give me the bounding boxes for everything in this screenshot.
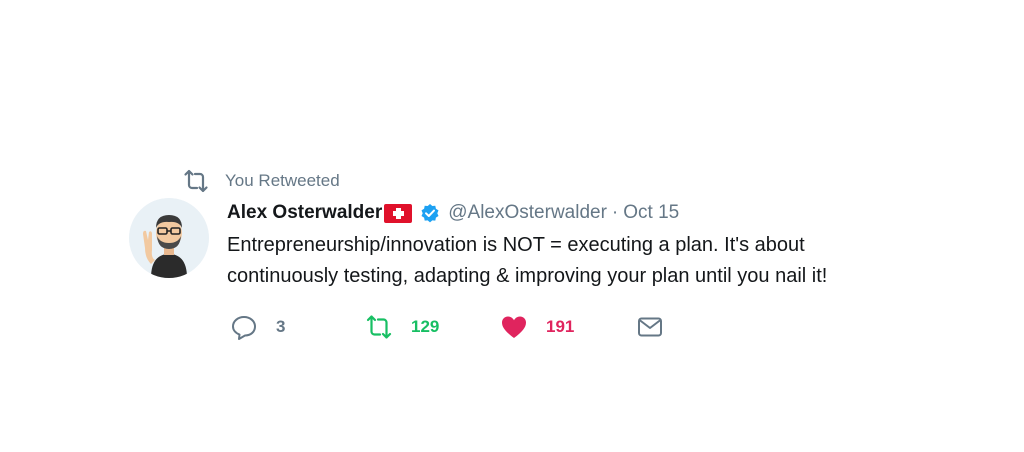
author-name[interactable]: Alex Osterwalder [227,202,382,224]
page: You Retweeted Alex Osterwalder @AlexOste… [0,0,1024,452]
tweet-text-line: Entrepreneurship/innovation is NOT = exe… [227,234,805,256]
tweet-actions: 3 129 191 [230,313,690,341]
swiss-flag-icon [384,203,413,223]
retweet-context-label: You Retweeted [225,171,340,190]
author-handle[interactable]: @AlexOsterwalder [448,202,607,224]
heart-icon [500,313,528,341]
tweet[interactable]: You Retweeted Alex Osterwalder @AlexOste… [0,0,1024,452]
direct-message-button[interactable] [636,313,664,341]
retweet-context: You Retweeted [183,168,340,194]
avatar[interactable] [129,198,209,278]
tweet-text: Entrepreneurship/innovation is NOT = exe… [227,230,987,292]
separator-dot: · [611,202,619,223]
reply-icon [230,313,258,341]
like-count: 191 [546,317,575,336]
like-button[interactable]: 191 [500,313,574,341]
verified-badge-icon [420,203,440,223]
retweet-icon [183,168,209,194]
retweet-count: 129 [411,317,440,336]
tweet-header: Alex Osterwalder @AlexOsterwalder · Oct … [227,199,679,227]
tweet-text-line: continuously testing, adapting & improvi… [227,265,828,287]
reply-count: 3 [276,317,286,336]
envelope-icon [636,313,664,341]
retweet-button[interactable]: 129 [365,313,439,341]
retweet-icon [365,313,393,341]
reply-button[interactable]: 3 [230,313,285,341]
tweet-date[interactable]: Oct 15 [623,202,679,224]
